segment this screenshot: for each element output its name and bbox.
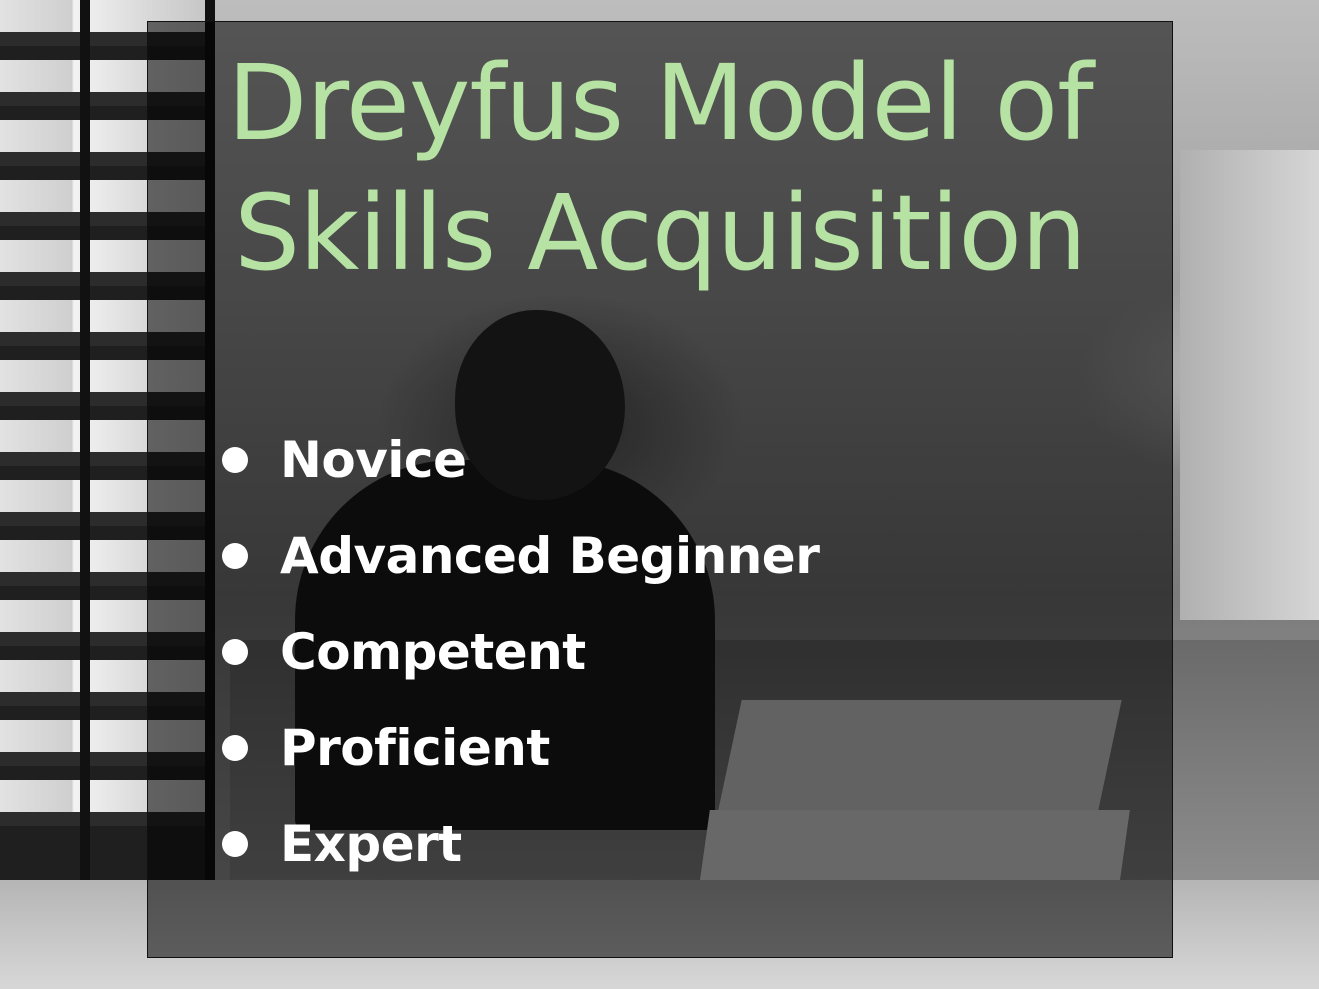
list-item-label: Expert — [280, 815, 462, 873]
list-item-label: Proficient — [280, 719, 550, 777]
list-item: Competent — [222, 604, 819, 700]
list-item-label: Competent — [280, 623, 586, 681]
cabinet — [1180, 150, 1319, 620]
title-line-1: Dreyfus Model of — [227, 42, 1093, 164]
list-item-label: Advanced Beginner — [280, 527, 820, 585]
list-item: Advanced Beginner — [222, 508, 820, 604]
slide-title: Dreyfus Model of Skills Acquisition — [147, 38, 1173, 298]
title-line-2: Skills Acquisition — [234, 172, 1087, 294]
list-item: Proficient — [222, 700, 819, 796]
bullet-icon — [222, 639, 248, 665]
list-item: Expert — [222, 796, 819, 892]
bullet-icon — [222, 735, 248, 761]
list-item-label: Novice — [280, 431, 467, 489]
bullet-icon — [222, 543, 248, 569]
bullet-icon — [222, 831, 248, 857]
bullet-icon — [222, 447, 248, 473]
list-item: Novice — [222, 412, 819, 508]
bullet-list: Novice Advanced Beginner Competent Profi… — [222, 412, 820, 892]
